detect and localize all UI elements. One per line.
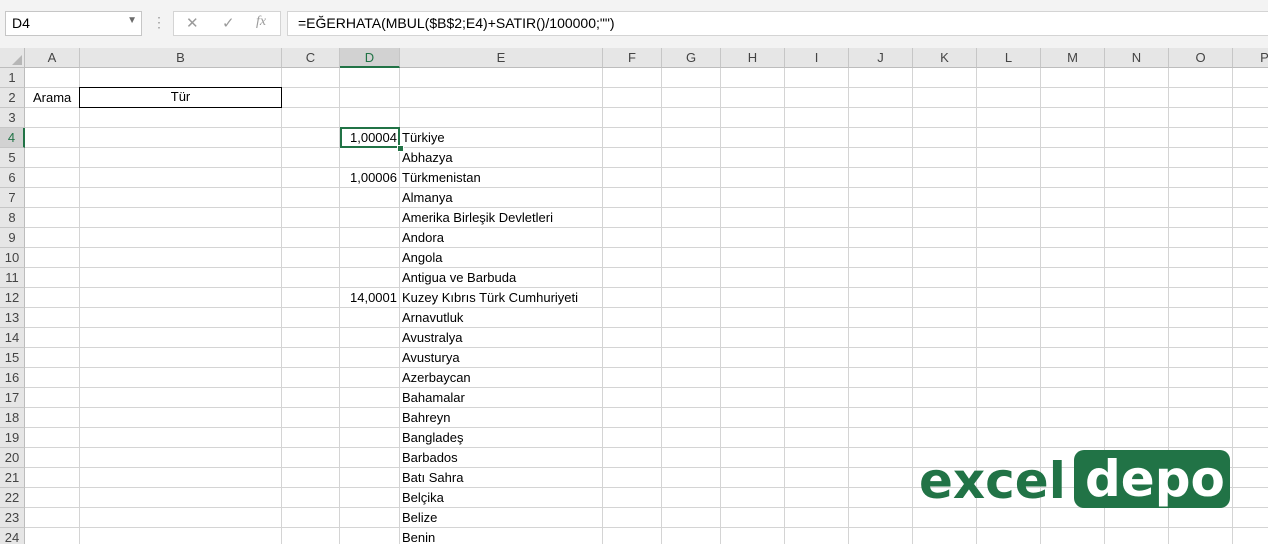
column-header-d[interactable]: D xyxy=(340,48,400,68)
formula-text: =EĞERHATA(MBUL($B$2;E4)+SATIR()/100000;"… xyxy=(298,15,615,31)
column-header-j[interactable]: J xyxy=(849,48,913,68)
cell-e15[interactable]: Avusturya xyxy=(399,348,463,367)
logo-text-depo: depo xyxy=(1085,450,1225,508)
row-header-22[interactable]: 22 xyxy=(0,488,25,508)
cell-a2[interactable]: Arama xyxy=(30,88,80,107)
column-header-i[interactable]: I xyxy=(785,48,849,68)
row-header-9[interactable]: 9 xyxy=(0,228,25,248)
function-icon[interactable]: fx xyxy=(256,14,266,30)
exceldepo-logo: excel depo xyxy=(919,450,1230,510)
cell-e23[interactable]: Belize xyxy=(399,508,440,527)
column-header-a[interactable]: A xyxy=(25,48,80,68)
row-header-23[interactable]: 23 xyxy=(0,508,25,528)
active-cell-selection[interactable] xyxy=(340,127,400,148)
row-header-10[interactable]: 10 xyxy=(0,248,25,268)
formula-buttons: ✕ ✓ fx xyxy=(173,11,281,36)
logo-text-excel: excel xyxy=(919,452,1066,510)
cell-e12[interactable]: Kuzey Kıbrıs Türk Cumhuriyeti xyxy=(399,288,581,307)
row-header-13[interactable]: 13 xyxy=(0,308,25,328)
row-header-4[interactable]: 4 xyxy=(0,128,25,148)
row-header-11[interactable]: 11 xyxy=(0,268,25,288)
column-header-e[interactable]: E xyxy=(400,48,603,68)
row-header-1[interactable]: 1 xyxy=(0,68,25,88)
column-header-l[interactable]: L xyxy=(977,48,1041,68)
cell-e22[interactable]: Belçika xyxy=(399,488,447,507)
column-header-c[interactable]: C xyxy=(282,48,340,68)
row-header-21[interactable]: 21 xyxy=(0,468,25,488)
cell-e5[interactable]: Abhazya xyxy=(399,148,456,167)
cell-e10[interactable]: Angola xyxy=(399,248,445,267)
column-header-h[interactable]: H xyxy=(721,48,785,68)
column-header-n[interactable]: N xyxy=(1105,48,1169,68)
column-header-o[interactable]: O xyxy=(1169,48,1233,68)
name-box[interactable]: D4 ▼ xyxy=(5,11,142,36)
formula-input[interactable]: =EĞERHATA(MBUL($B$2;E4)+SATIR()/100000;"… xyxy=(287,11,1268,36)
column-header-g[interactable]: G xyxy=(662,48,721,68)
cell-e4[interactable]: Türkiye xyxy=(399,128,448,147)
select-all-corner[interactable] xyxy=(0,48,25,68)
row-header-16[interactable]: 16 xyxy=(0,368,25,388)
cell-d6[interactable]: 1,00006 xyxy=(340,168,400,187)
cell-d12[interactable]: 14,0001 xyxy=(340,288,400,307)
cell-e24[interactable]: Benin xyxy=(399,528,438,544)
cell-e18[interactable]: Bahreyn xyxy=(399,408,453,427)
row-header-17[interactable]: 17 xyxy=(0,388,25,408)
row-header-12[interactable]: 12 xyxy=(0,288,25,308)
cell-e21[interactable]: Batı Sahra xyxy=(399,468,466,487)
cell-e6[interactable]: Türkmenistan xyxy=(399,168,484,187)
cell-e13[interactable]: Arnavutluk xyxy=(399,308,466,327)
row-header-5[interactable]: 5 xyxy=(0,148,25,168)
name-box-value: D4 xyxy=(12,15,30,31)
row-header-24[interactable]: 24 xyxy=(0,528,25,544)
row-header-3[interactable]: 3 xyxy=(0,108,25,128)
cell-e14[interactable]: Avustralya xyxy=(399,328,465,347)
cell-e7[interactable]: Almanya xyxy=(399,188,456,207)
column-header-m[interactable]: M xyxy=(1041,48,1105,68)
cell-e16[interactable]: Azerbaycan xyxy=(399,368,474,387)
fill-handle[interactable] xyxy=(397,145,404,152)
column-header-b[interactable]: B xyxy=(80,48,282,68)
cell-b2[interactable]: Tür xyxy=(79,87,282,108)
cell-e9[interactable]: Andora xyxy=(399,228,447,247)
check-icon[interactable]: ✓ xyxy=(222,14,235,32)
cell-e20[interactable]: Barbados xyxy=(399,448,461,467)
row-header-19[interactable]: 19 xyxy=(0,428,25,448)
row-header-18[interactable]: 18 xyxy=(0,408,25,428)
row-header-6[interactable]: 6 xyxy=(0,168,25,188)
chevron-down-icon[interactable]: ▼ xyxy=(127,15,137,26)
row-header-7[interactable]: 7 xyxy=(0,188,25,208)
column-header-k[interactable]: K xyxy=(913,48,977,68)
column-header-p[interactable]: P xyxy=(1233,48,1268,68)
row-header-8[interactable]: 8 xyxy=(0,208,25,228)
close-icon[interactable]: ✕ xyxy=(186,14,199,32)
row-header-15[interactable]: 15 xyxy=(0,348,25,368)
row-header-2[interactable]: 2 xyxy=(0,88,25,108)
column-header-f[interactable]: F xyxy=(603,48,662,68)
cell-e17[interactable]: Bahamalar xyxy=(399,388,468,407)
cell-e19[interactable]: Bangladeş xyxy=(399,428,466,447)
more-vertical-icon: ⋮ xyxy=(152,14,166,30)
row-header-20[interactable]: 20 xyxy=(0,448,25,468)
cell-e8[interactable]: Amerika Birleşik Devletleri xyxy=(399,208,556,227)
cell-e11[interactable]: Antigua ve Barbuda xyxy=(399,268,519,287)
row-header-14[interactable]: 14 xyxy=(0,328,25,348)
formula-bar: D4 ▼ ⋮ ✕ ✓ fx =EĞERHATA(MBUL($B$2;E4)+SA… xyxy=(0,0,1268,48)
